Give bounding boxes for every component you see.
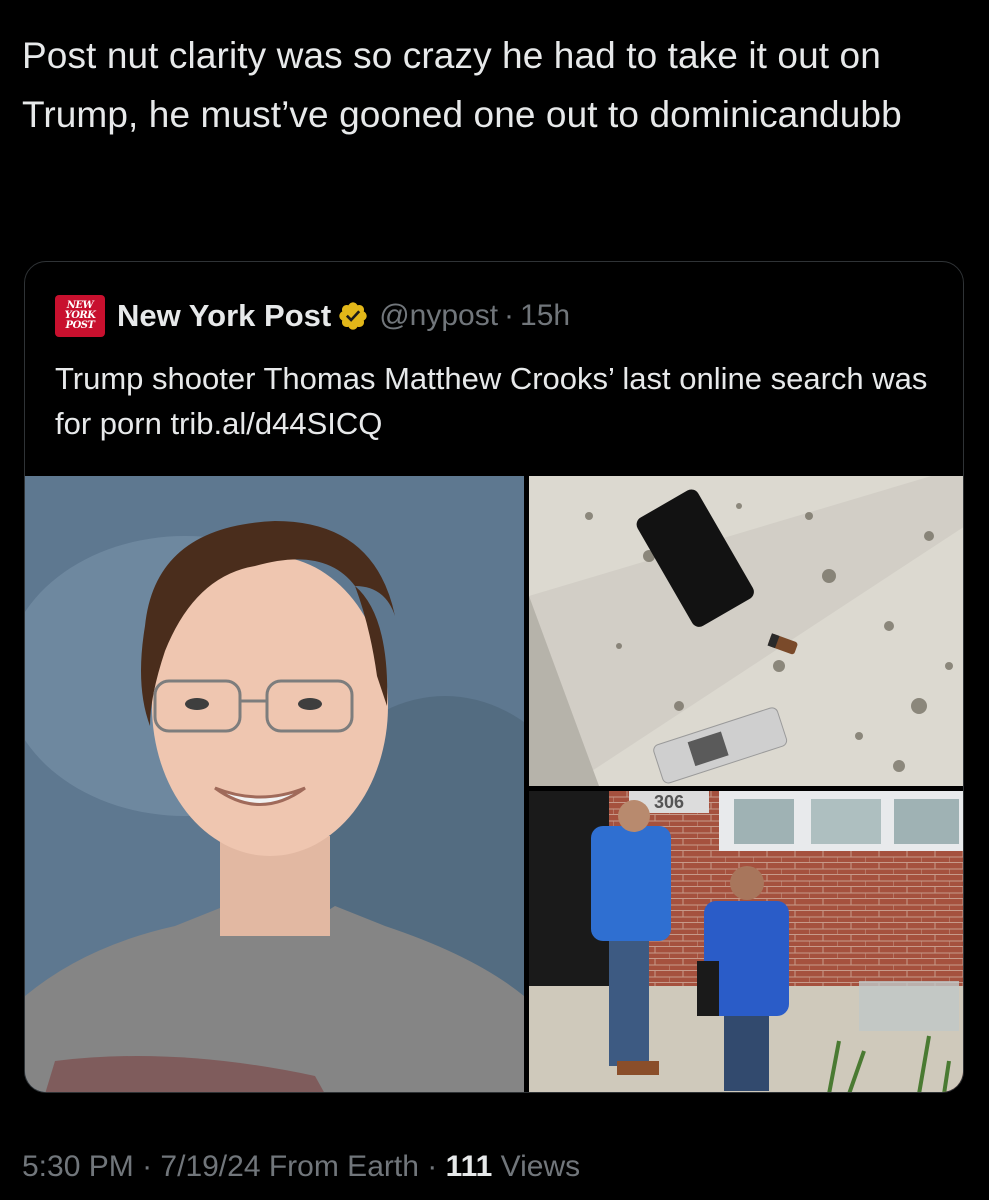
door-number-sign: 306 bbox=[654, 792, 684, 812]
quoted-tweet-text: Trump shooter Thomas Matthew Crooks’ las… bbox=[55, 361, 928, 441]
quoted-tweet-card[interactable]: NEW YORK POST New York Post @nypost · 15… bbox=[24, 261, 964, 1093]
quoted-tweet-header: NEW YORK POST New York Post @nypost · 15… bbox=[55, 295, 570, 337]
author-handle[interactable]: @nypost bbox=[379, 299, 498, 333]
tweet-source: From Earth bbox=[268, 1150, 419, 1183]
views-label: Views bbox=[500, 1150, 581, 1183]
phone-on-roof-photo[interactable] bbox=[529, 476, 963, 786]
agents-illustration: 306 bbox=[529, 791, 963, 1092]
meta-separator-2: · bbox=[427, 1150, 438, 1183]
logo-line-3: POST bbox=[65, 320, 95, 331]
quoted-tweet-age[interactable]: 15h bbox=[520, 299, 570, 333]
header-separator: · bbox=[504, 299, 515, 332]
tweet-date[interactable]: 7/19/24 bbox=[160, 1150, 260, 1183]
verified-badge-icon bbox=[339, 302, 367, 330]
phone-illustration bbox=[529, 476, 963, 786]
agents-walking-photo[interactable]: 306 bbox=[529, 791, 963, 1092]
author-name[interactable]: New York Post bbox=[117, 298, 331, 334]
portrait-illustration bbox=[25, 476, 524, 1092]
meta-separator-1: · bbox=[142, 1150, 153, 1183]
tweet-meta: 5:30 PM · 7/19/24 From Earth · 111 Views bbox=[22, 1150, 580, 1184]
media-grid: 306 bbox=[25, 476, 963, 1092]
tweet-text: Post nut clarity was so crazy he had to … bbox=[22, 35, 902, 135]
tweet-time[interactable]: 5:30 PM bbox=[22, 1150, 134, 1183]
views-count[interactable]: 111 bbox=[446, 1150, 493, 1183]
new-york-post-avatar[interactable]: NEW YORK POST bbox=[55, 295, 105, 337]
portrait-photo[interactable] bbox=[25, 476, 524, 1092]
